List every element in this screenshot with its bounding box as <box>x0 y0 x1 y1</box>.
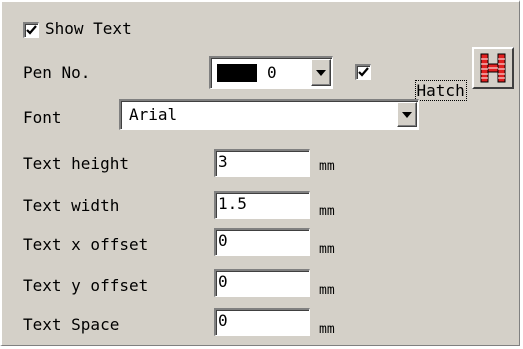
text-y-offset-input[interactable]: 0 <box>214 269 310 297</box>
checkmark-icon <box>358 67 369 77</box>
text-height-input[interactable]: 3 <box>214 149 310 177</box>
text-x-offset-label: Text x offset <box>23 235 149 254</box>
text-width-label: Text width <box>23 196 120 215</box>
pen-no-dropdown[interactable]: 0 <box>209 56 333 89</box>
hatch-pattern-icon <box>480 53 506 83</box>
show-text-checkbox[interactable] <box>23 22 39 38</box>
hatch-checkbox[interactable] <box>355 64 371 80</box>
text-width-input[interactable]: 1.5 <box>214 191 310 219</box>
pen-color-swatch <box>217 64 257 82</box>
text-space-unit: mm <box>319 322 335 337</box>
text-height-unit: mm <box>319 159 335 174</box>
hatch-label: Hatch <box>414 80 467 101</box>
pen-no-dropdown-button[interactable] <box>311 59 331 86</box>
font-dropdown[interactable]: Arial <box>119 99 419 130</box>
text-height-label: Text height <box>23 154 129 173</box>
text-space-input[interactable]: 0 <box>214 308 310 336</box>
text-x-offset-unit: mm <box>319 242 335 257</box>
font-value: Arial <box>129 105 178 124</box>
font-dropdown-button[interactable] <box>397 102 417 127</box>
pen-no-label: Pen No. <box>23 63 91 82</box>
text-width-unit: mm <box>319 204 335 219</box>
font-label: Font <box>23 108 62 127</box>
text-space-label: Text Space <box>23 315 120 334</box>
text-y-offset-label: Text y offset <box>23 276 149 295</box>
chevron-down-icon <box>316 70 326 76</box>
checkmark-icon <box>26 25 37 35</box>
hatch-settings-button[interactable] <box>472 47 514 89</box>
text-settings-panel: Show Text Pen No. 0 Hatch Font Arial Tex… <box>0 0 520 346</box>
chevron-down-icon <box>402 112 412 118</box>
text-x-offset-input[interactable]: 0 <box>214 228 310 256</box>
show-text-label: Show Text <box>45 19 132 38</box>
text-y-offset-unit: mm <box>319 283 335 298</box>
pen-no-value: 0 <box>267 63 277 82</box>
